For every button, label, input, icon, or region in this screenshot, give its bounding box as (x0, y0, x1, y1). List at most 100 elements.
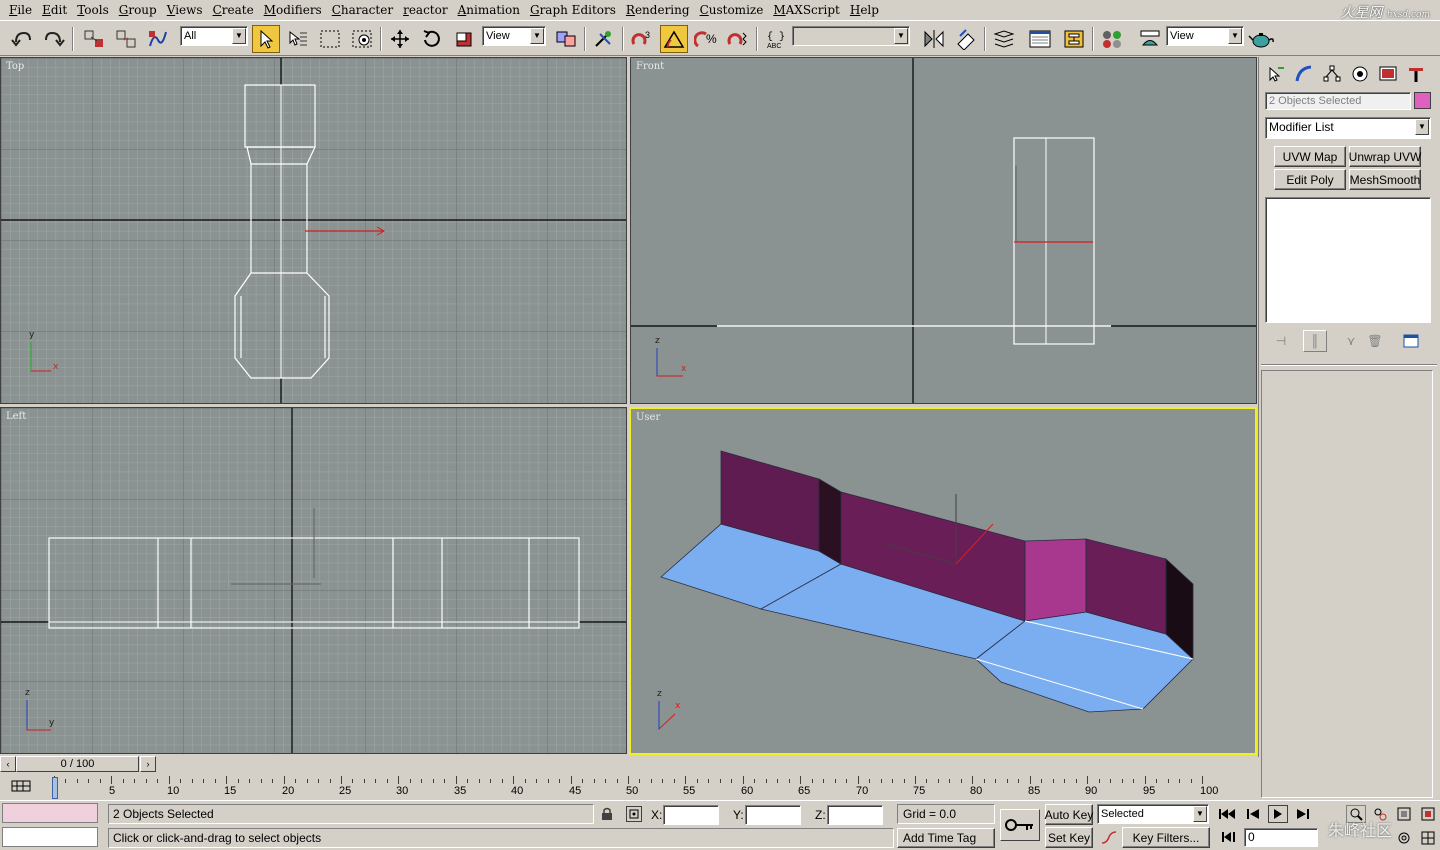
zoom-icon[interactable] (1346, 805, 1366, 823)
zoom-extents-all-icon[interactable] (1418, 805, 1438, 823)
chevron-left-icon[interactable]: ‹ (0, 756, 16, 772)
modify-tab-icon[interactable] (1291, 63, 1317, 85)
menu-create[interactable]: Create (208, 3, 259, 17)
named-selection-sets-dropdown[interactable]: ▼ (792, 26, 910, 46)
menu-help[interactable]: Help (845, 3, 884, 17)
absolute-mode-icon[interactable] (626, 806, 642, 822)
hierarchy-tab-icon[interactable] (1319, 63, 1345, 85)
window-crossing-icon[interactable] (348, 25, 376, 53)
menu-edit[interactable]: Edit (37, 3, 72, 17)
schematic-view-icon[interactable] (1060, 25, 1088, 53)
go-to-start-icon[interactable] (1217, 806, 1237, 822)
edit-poly-button[interactable]: Edit Poly (1274, 169, 1346, 190)
menu-modifiers[interactable]: Modifiers (259, 3, 327, 17)
viewport-front[interactable]: Front z x (630, 57, 1257, 404)
reference-coordinate-dropdown[interactable]: View ▼ (482, 26, 546, 46)
menu-animation[interactable]: Animation (453, 3, 525, 17)
modifier-list-dropdown[interactable]: Modifier List ▼ (1265, 117, 1431, 139)
spinner-snap-icon[interactable] (724, 25, 752, 53)
unlink-selection-icon[interactable] (112, 25, 140, 53)
render-type-dropdown[interactable]: View ▼ (1166, 26, 1244, 46)
bind-to-space-warp-icon[interactable] (144, 25, 172, 53)
open-mini-curve-editor-icon[interactable] (10, 777, 32, 795)
viewport-label-user[interactable]: User (636, 412, 660, 423)
mirror-icon[interactable] (920, 25, 948, 53)
time-slider[interactable]: ‹ 0 / 100 › (0, 755, 1258, 773)
x-coord-field[interactable] (663, 805, 719, 825)
move-icon[interactable] (386, 25, 414, 53)
set-key-button[interactable]: Set Key (1045, 827, 1093, 848)
unwrap-uvw-button[interactable]: Unwrap UVW (1349, 146, 1421, 167)
material-editor-icon[interactable] (1098, 25, 1126, 53)
menu-character[interactable]: Character (327, 3, 398, 17)
key-tangent-icon[interactable] (1099, 829, 1119, 847)
auto-key-button[interactable]: Auto Key (1045, 804, 1093, 825)
scale-icon[interactable] (450, 25, 478, 53)
key-icon[interactable] (1000, 809, 1040, 841)
modifier-stack-list[interactable] (1265, 197, 1431, 323)
timeline-ruler[interactable]: 0510152025303540455055606570758085909510… (52, 773, 1218, 800)
z-coord-field[interactable] (827, 805, 883, 825)
make-unique-icon[interactable]: ⋎ (1339, 332, 1363, 350)
menu-customize[interactable]: Customize (695, 3, 769, 17)
angle-snap-icon[interactable] (660, 25, 688, 53)
viewport-label-top[interactable]: Top (6, 61, 24, 72)
select-and-manipulate-icon[interactable] (590, 25, 618, 53)
menu-file[interactable]: File (4, 3, 37, 17)
percent-snap-icon[interactable]: % (692, 25, 720, 53)
key-mode-dropdown[interactable]: Selected ▼ (1097, 804, 1209, 824)
lock-icon[interactable] (600, 806, 614, 822)
select-and-link-icon[interactable] (80, 25, 108, 53)
viewport-user[interactable]: User z x (629, 407, 1257, 755)
undo-icon[interactable] (8, 25, 36, 53)
edit-named-selections-icon[interactable]: { } ABC (762, 25, 790, 53)
align-icon[interactable] (952, 25, 980, 53)
display-tab-icon[interactable] (1375, 63, 1401, 85)
utilities-tab-icon[interactable] (1403, 63, 1429, 85)
redo-icon[interactable] (40, 25, 68, 53)
rotate-icon[interactable] (418, 25, 446, 53)
select-by-name-icon[interactable] (284, 25, 312, 53)
layer-manager-icon[interactable] (990, 25, 1018, 53)
next-frame-icon[interactable] (1292, 806, 1312, 822)
menu-maxscript[interactable]: MAXScript (768, 3, 845, 17)
menu-group[interactable]: Group (114, 3, 162, 17)
pin-stack-icon[interactable]: ⊣ (1269, 332, 1293, 350)
track-bar[interactable]: 0510152025303540455055606570758085909510… (0, 773, 1258, 800)
uvw-map-button[interactable]: UVW Map (1274, 146, 1346, 167)
menu-reactor[interactable]: reactor (398, 3, 453, 17)
object-name-field[interactable]: 2 Objects Selected (1265, 92, 1411, 110)
viewport-top[interactable]: Top y x (0, 57, 627, 404)
select-object-icon[interactable] (252, 25, 280, 53)
time-slider-thumb[interactable]: 0 / 100 (16, 756, 139, 772)
snaps-toggle-icon[interactable]: 3 (628, 25, 656, 53)
remove-modifier-icon[interactable]: 🗑 (1363, 332, 1387, 350)
add-time-tag-button[interactable]: Add Time Tag (897, 828, 995, 848)
create-tab-icon[interactable] (1263, 63, 1289, 85)
previous-frame-icon[interactable] (1244, 806, 1264, 822)
configure-modifier-sets-icon[interactable] (1399, 332, 1423, 350)
maximize-viewport-icon[interactable] (1418, 829, 1438, 847)
quick-render-teapot-icon[interactable] (1248, 25, 1276, 53)
object-color-swatch[interactable] (1414, 92, 1431, 109)
viewport-left[interactable]: Left z y (0, 407, 627, 754)
menu-graph-editors[interactable]: Graph Editors (525, 3, 621, 17)
y-coord-field[interactable] (745, 805, 801, 825)
menu-tools[interactable]: Tools (72, 3, 114, 17)
show-end-result-icon[interactable]: ║ (1303, 330, 1327, 352)
render-scene-icon[interactable] (1136, 25, 1164, 53)
selection-filter-dropdown[interactable]: All ▼ (180, 26, 248, 46)
arc-rotate-icon[interactable] (1394, 829, 1414, 847)
use-pivot-center-icon[interactable] (552, 25, 580, 53)
meshsmooth-button[interactable]: MeshSmooth (1349, 169, 1421, 190)
viewport-label-left[interactable]: Left (6, 411, 26, 422)
play-icon[interactable] (1268, 805, 1288, 823)
current-frame-field[interactable]: 0 (1244, 828, 1318, 847)
menu-views[interactable]: Views (162, 3, 208, 17)
viewport-label-front[interactable]: Front (636, 61, 664, 72)
curve-editor-icon[interactable] (1026, 25, 1054, 53)
maxscript-input[interactable] (2, 827, 98, 847)
key-filters-button[interactable]: Key Filters... (1122, 827, 1210, 848)
maxscript-listener-mini[interactable] (2, 803, 98, 823)
zoom-extents-icon[interactable] (1394, 805, 1414, 823)
